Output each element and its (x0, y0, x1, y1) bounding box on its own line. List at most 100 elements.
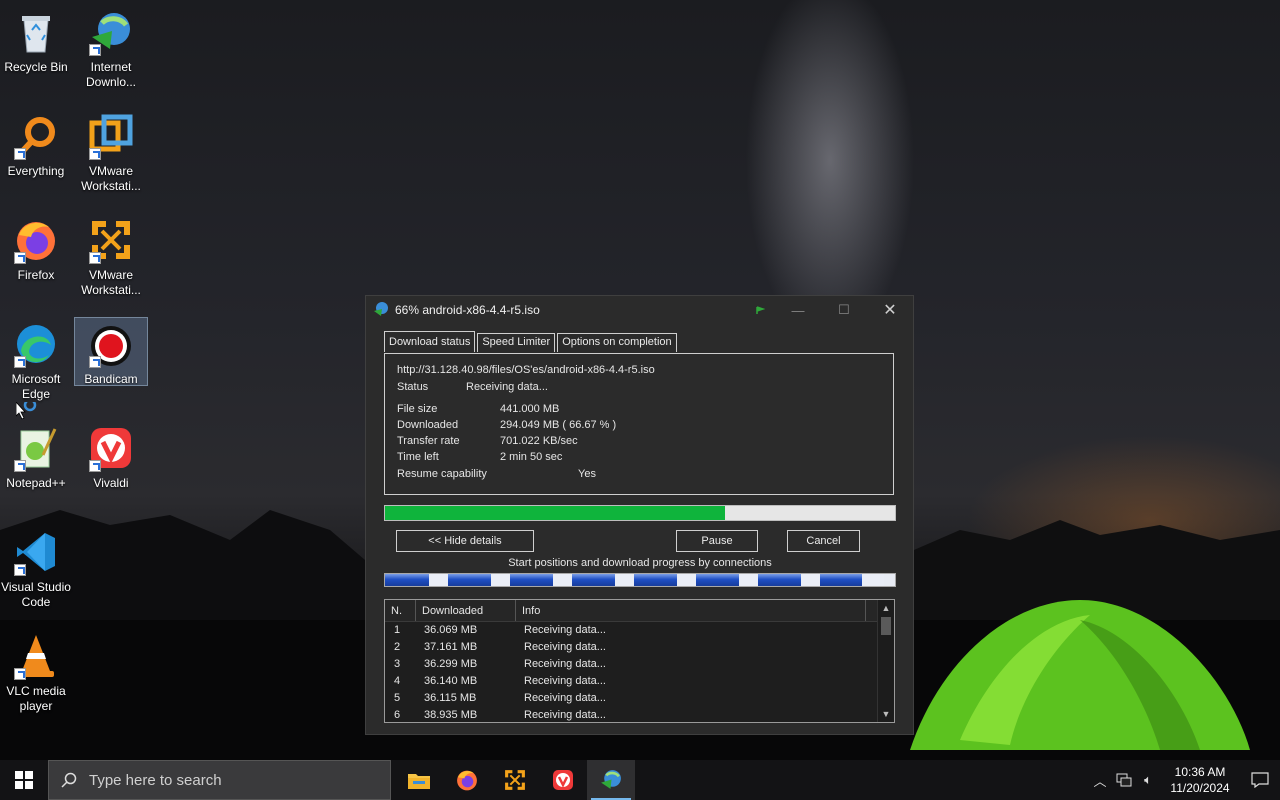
desktop-icon-bandicam[interactable]: Bandicam (74, 317, 148, 386)
cell-info: Receiving data... (524, 675, 606, 687)
desktop-icon-vivaldi[interactable]: Vivaldi (75, 418, 147, 508)
start-button[interactable] (0, 760, 48, 800)
download-progress-bar (384, 505, 896, 521)
download-url: http://31.128.40.98/files/OS'es/android-… (397, 364, 655, 376)
tab-options-on-completion[interactable]: Options on completion (557, 333, 677, 352)
close-button[interactable]: ✕ (867, 296, 913, 324)
desktop-icon-label: Firefox (17, 268, 55, 282)
download-progress-window[interactable]: 66% android-x86-4.4-r5.iso — ☐ ✕ Downloa… (365, 295, 914, 735)
window-titlebar[interactable]: 66% android-x86-4.4-r5.iso — ☐ ✕ (366, 296, 913, 324)
time-left-value: 2 min 50 sec (500, 451, 563, 463)
cell-n: 2 (394, 641, 401, 653)
minimize-button[interactable]: — (775, 296, 821, 324)
cell-n: 6 (394, 709, 401, 721)
desktop-icon-idm[interactable]: Internet Downlo... (75, 2, 147, 92)
cell-n: 1 (394, 624, 401, 636)
downloaded-value: 294.049 MB ( 66.67 % ) (500, 419, 617, 431)
cell-downloaded: 37.161 MB (424, 641, 478, 653)
taskbar-file-explorer[interactable] (395, 760, 443, 800)
taskbar-idm[interactable] (587, 760, 635, 800)
desktop-icon-label: VMware Workstati... (81, 268, 141, 297)
taskbar-firefox[interactable] (443, 760, 491, 800)
connections-table[interactable]: N. Downloaded Info 1 36.069 MB Receiving… (384, 599, 895, 723)
search-icon (61, 772, 77, 788)
cell-downloaded: 38.935 MB (424, 709, 478, 721)
chevron-down-icon[interactable]: ▼ (878, 707, 894, 721)
vmware-icon (87, 112, 135, 160)
desktop-icon-everything[interactable]: Everything (0, 106, 72, 196)
desktop-icon-label: Microsoft Edge (11, 372, 61, 401)
desktop-icon-notepadpp[interactable]: Notepad++ (0, 418, 72, 508)
transfer-rate-label: Transfer rate (397, 435, 460, 447)
cell-info: Receiving data... (524, 692, 606, 704)
taskbar-vmware[interactable] (491, 760, 539, 800)
chevron-up-icon[interactable]: ▲ (878, 601, 894, 615)
column-header-info[interactable]: Info (516, 600, 866, 621)
everything-icon (12, 112, 60, 160)
cell-downloaded: 36.115 MB (424, 692, 477, 704)
table-row[interactable]: 5 36.115 MB Receiving data... (385, 690, 894, 707)
taskbar-clock[interactable]: 10:36 AM 11/20/2024 (1160, 764, 1240, 796)
notification-icon[interactable] (1240, 760, 1280, 800)
cell-info: Receiving data... (524, 624, 606, 636)
table-scrollbar[interactable]: ▲ ▼ (877, 600, 894, 722)
scrollbar-thumb[interactable] (881, 617, 891, 635)
mouse-cursor-icon (15, 398, 40, 425)
notepadpp-icon (12, 424, 60, 472)
tab-download-status[interactable]: Download status (384, 331, 476, 352)
resume-capability-label: Resume capability (397, 468, 487, 480)
download-status-panel: http://31.128.40.98/files/OS'es/android-… (384, 353, 894, 495)
desktop-icon-vmware[interactable]: VMware Workstati... (75, 106, 147, 196)
window-title: 66% android-x86-4.4-r5.iso (395, 303, 540, 317)
status-label: Status (397, 381, 429, 393)
vscode-icon (12, 528, 60, 576)
cell-downloaded: 36.069 MB (424, 624, 478, 636)
desktop-icon-label: Vivaldi (93, 476, 129, 490)
status-value: Receiving data... (466, 381, 548, 393)
cell-n: 4 (394, 675, 401, 687)
tab-speed-limiter[interactable]: Speed Limiter (477, 333, 556, 352)
transfer-rate-value: 701.022 KB/sec (500, 435, 578, 447)
desktop-icon-edge[interactable]: Microsoft Edge (0, 314, 72, 404)
table-row[interactable]: 3 36.299 MB Receiving data... (385, 656, 894, 673)
bandicam-icon (87, 324, 135, 368)
system-tray: ︿ 🔈︎ 10:36 AM 11/20/2024 (1088, 760, 1280, 800)
chevron-up-icon[interactable]: ︿ (1088, 760, 1112, 800)
column-header-downloaded[interactable]: Downloaded (416, 600, 516, 621)
desktop-icon-label: Recycle Bin (4, 60, 68, 74)
desktop-icon-vlc[interactable]: VLC media player (0, 626, 72, 716)
green-tent (910, 600, 1250, 750)
table-row[interactable]: 6 38.935 MB Receiving data... (385, 707, 894, 722)
desktop-icon-label: VLC media player (6, 684, 66, 713)
resume-capability-value: Yes (578, 468, 596, 480)
table-row[interactable]: 2 37.161 MB Receiving data... (385, 639, 894, 656)
desktop-icon-recycle-bin[interactable]: Recycle Bin (0, 2, 72, 92)
clock-date: 11/20/2024 (1170, 781, 1230, 795)
desktop-icon-label: Everything (7, 164, 65, 178)
column-header-n[interactable]: N. (385, 600, 416, 621)
firefox-icon (457, 770, 477, 791)
table-row[interactable]: 1 36.069 MB Receiving data... (385, 622, 894, 639)
volume-icon[interactable]: 🔈︎ (1136, 760, 1160, 800)
taskbar-vivaldi[interactable] (539, 760, 587, 800)
desktop-icon-vscode[interactable]: Visual Studio Code (0, 522, 72, 612)
hide-details-button[interactable]: << Hide details (396, 530, 534, 552)
desktop-icon-vmware-player[interactable]: VMware Workstati... (75, 210, 147, 300)
cell-info: Receiving data... (524, 709, 606, 721)
desktop-icon-label: Notepad++ (6, 476, 66, 490)
desktop-icon-firefox[interactable]: Firefox (0, 210, 72, 300)
network-icon[interactable] (1112, 760, 1136, 800)
cancel-button[interactable]: Cancel (787, 530, 860, 552)
pause-button[interactable]: Pause (676, 530, 758, 552)
taskbar-search-box[interactable]: Type here to search (48, 760, 391, 800)
time-left-label: Time left (397, 451, 439, 463)
table-row[interactable]: 4 36.140 MB Receiving data... (385, 673, 894, 690)
desktop-icon-label: Internet Downlo... (85, 60, 137, 89)
edge-icon (12, 320, 60, 368)
maximize-button[interactable]: ☐ (821, 296, 867, 324)
tab-strip: Download status Speed Limiter Options on… (384, 331, 679, 352)
desktop-icon-label: VMware Workstati... (81, 164, 141, 193)
cell-info: Receiving data... (524, 641, 606, 653)
idm-icon (373, 301, 389, 320)
vivaldi-icon (87, 424, 135, 472)
